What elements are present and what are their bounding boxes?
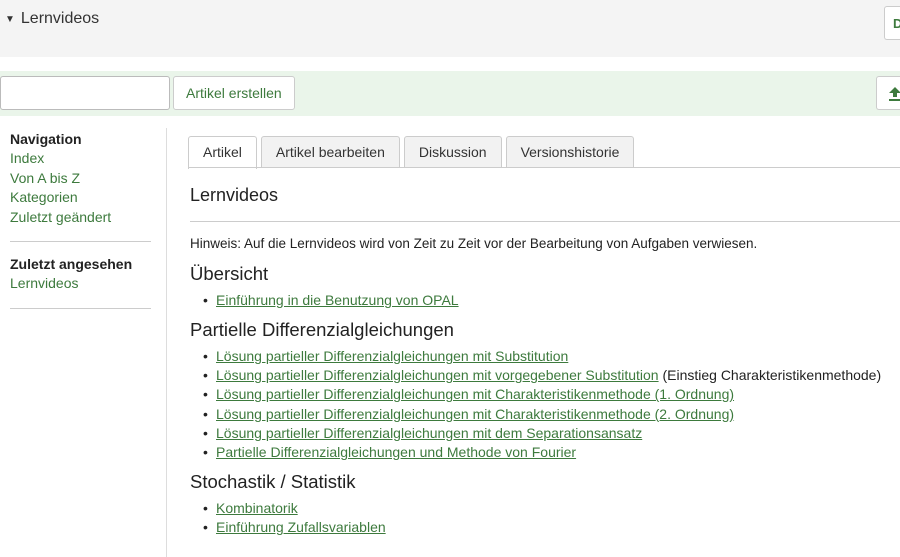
tab-discussion[interactable]: Diskussion: [403, 136, 502, 168]
list-item: Lösung partieller Differenzialgleichunge…: [204, 405, 881, 424]
sidebar-link-index[interactable]: Index: [10, 149, 151, 169]
article-link[interactable]: Lösung partieller Differenzialgleichunge…: [216, 425, 642, 441]
sidebar-divider: [10, 307, 151, 309]
section-heading-stochastics: Stochastik / Statistik: [190, 471, 356, 492]
upload-icon: [889, 87, 900, 101]
article-link[interactable]: Kombinatorik: [216, 500, 298, 516]
list-item: Kombinatorik: [204, 499, 386, 518]
sidebar-link-a-to-z[interactable]: Von A bis Z: [10, 169, 151, 189]
article-tabs: Artikel Artikel bearbeiten Diskussion Ve…: [188, 136, 638, 169]
wiki-toolbar: Artikel erstellen: [0, 71, 900, 116]
list-item: Einführung in die Benutzung von OPAL: [204, 291, 459, 310]
article-link[interactable]: Lösung partieller Differenzialgleichunge…: [216, 348, 568, 364]
sidebar-link-recent-lernvideos[interactable]: Lernvideos: [10, 274, 151, 294]
section-heading-overview: Übersicht: [190, 263, 269, 284]
triangle-down-icon: ▼: [5, 13, 15, 25]
article-link[interactable]: Partielle Differenzialgleichungen und Me…: [216, 444, 576, 460]
article-link[interactable]: Lösung partieller Differenzialgleichunge…: [216, 367, 659, 383]
article-hint: Hinweis: Auf die Lernvideos wird von Zei…: [190, 236, 758, 251]
tabs-baseline: [188, 167, 900, 168]
list-item: Lösung partieller Differenzialgleichunge…: [204, 366, 881, 385]
list-item: Lösung partieller Differenzialgleichunge…: [204, 347, 881, 366]
section-links-overview: Einführung in die Benutzung von OPAL: [204, 291, 459, 310]
list-item: Partielle Differenzialgleichungen und Me…: [204, 443, 881, 462]
sidebar-link-categories[interactable]: Kategorien: [10, 188, 151, 208]
upload-button[interactable]: [876, 76, 900, 110]
article-content: Lernvideos: [190, 180, 900, 210]
section-heading-pde: Partielle Differenzialgleichungen: [190, 319, 454, 340]
column-divider: [166, 128, 167, 557]
article-link[interactable]: Lösung partieller Differenzialgleichunge…: [216, 406, 734, 422]
page-header: ▼ Lernvideos D: [0, 0, 900, 57]
section-links-stochastics: Kombinatorik Einführung Zufallsvariablen: [204, 499, 386, 537]
create-article-button[interactable]: Artikel erstellen: [173, 76, 295, 110]
search-input[interactable]: [0, 76, 170, 110]
article-link[interactable]: Einführung in die Benutzung von OPAL: [216, 292, 459, 308]
corner-button-glyph: D: [893, 16, 900, 31]
section-toggle[interactable]: ▼ Lernvideos: [5, 10, 99, 28]
sidebar-link-recently-changed[interactable]: Zuletzt geändert: [10, 208, 151, 228]
section-links-pde: Lösung partieller Differenzialgleichunge…: [204, 347, 881, 462]
tab-version-history[interactable]: Versionshistorie: [505, 136, 635, 168]
header-title: Lernvideos: [20, 10, 100, 27]
tab-article[interactable]: Artikel: [188, 136, 257, 169]
list-item: Lösung partieller Differenzialgleichunge…: [204, 424, 881, 443]
recent-heading: Zuletzt angesehen: [10, 256, 133, 272]
article-link[interactable]: Einführung Zufallsvariablen: [216, 519, 386, 535]
link-suffix: (Einstieg Charakteristikenmethode): [658, 367, 882, 384]
wiki-sidebar: Navigation Index Von A bis Z Kategorien …: [10, 130, 151, 322]
article-title: Lernvideos: [190, 185, 279, 205]
tab-edit-article[interactable]: Artikel bearbeiten: [260, 136, 400, 168]
article-link[interactable]: Lösung partieller Differenzialgleichunge…: [216, 386, 734, 402]
title-divider: [190, 221, 900, 222]
navigation-heading: Navigation: [10, 131, 82, 147]
sidebar-divider: [10, 241, 151, 242]
header-corner-button[interactable]: D: [884, 6, 900, 40]
list-item: Einführung Zufallsvariablen: [204, 518, 386, 537]
list-item: Lösung partieller Differenzialgleichunge…: [204, 385, 881, 404]
